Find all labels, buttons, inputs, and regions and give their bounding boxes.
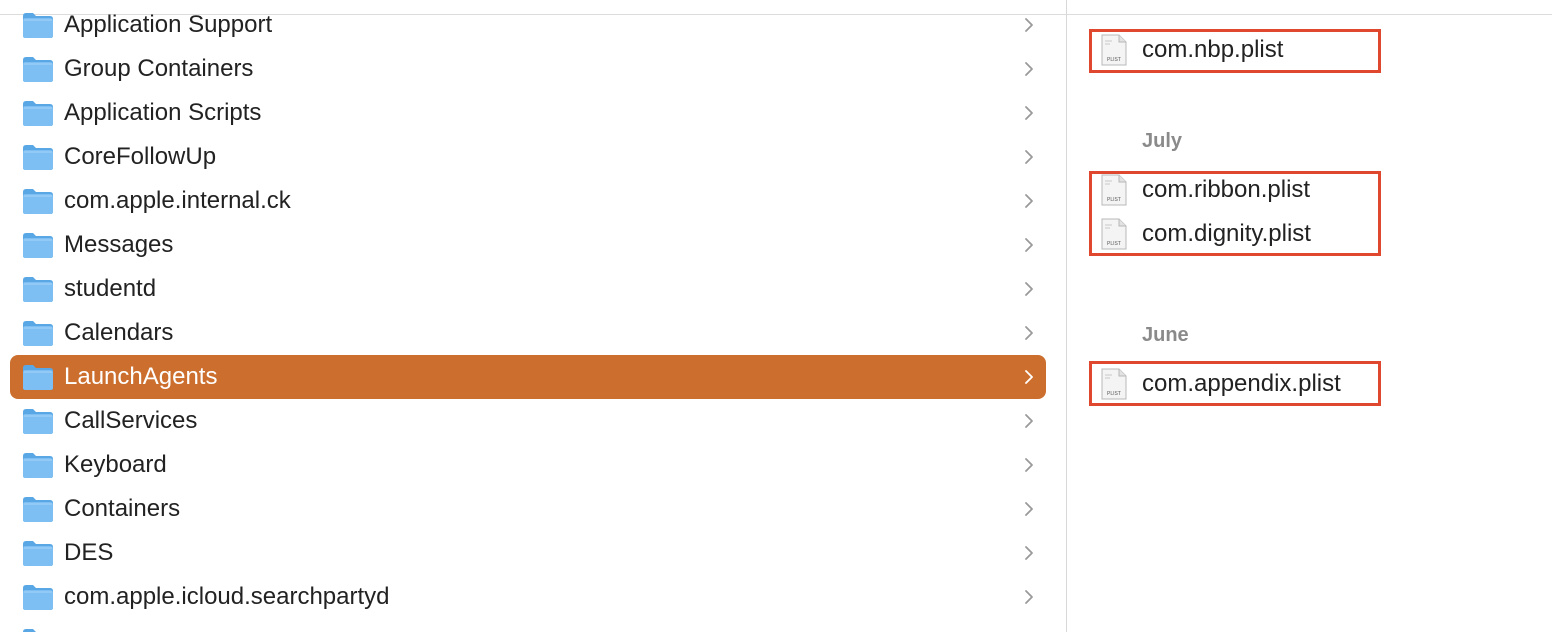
file-row-com-nbp-plist[interactable]: PLIST com.nbp.plist: [1101, 28, 1401, 72]
chevron-right-icon: [1025, 62, 1033, 76]
chevron-right-icon: [1025, 106, 1033, 120]
plist-file-icon: PLIST: [1101, 218, 1127, 250]
folder-label: Application Support: [64, 11, 273, 38]
chevron-right-icon: [1025, 590, 1033, 604]
folder-icon: [23, 277, 53, 302]
folder-row-launchagents[interactable]: LaunchAgents: [10, 355, 1046, 399]
chevron-right-icon: [1025, 282, 1033, 296]
svg-text:PLIST: PLIST: [1107, 391, 1121, 397]
section-heading-june: June: [1142, 324, 1189, 346]
file-column: PLIST com.nbp.plist July PLIST com.ribbo…: [1067, 0, 1552, 632]
svg-text:PLIST: PLIST: [1107, 197, 1121, 203]
folder-row-containers[interactable]: Containers: [10, 487, 1046, 531]
folder-label: com.apple.internal.ck: [64, 187, 291, 214]
folder-label: Keyboard: [64, 451, 167, 478]
folder-row-com-apple-internal-ck[interactable]: com.apple.internal.ck: [10, 179, 1046, 223]
chevron-right-icon: [1025, 502, 1033, 516]
chevron-right-icon: [1025, 238, 1033, 252]
file-row-com-appendix-plist[interactable]: PLIST com.appendix.plist: [1101, 362, 1401, 406]
folder-icon: [23, 189, 53, 214]
svg-text:PLIST: PLIST: [1107, 57, 1121, 63]
folder-row-callservices[interactable]: CallServices: [10, 399, 1046, 443]
folder-row-application-support[interactable]: Application Support: [10, 3, 1046, 47]
folder-label: com.apple.icloud.searchpartyd: [64, 583, 390, 610]
folder-row-corefollowup[interactable]: CoreFollowUp: [10, 135, 1046, 179]
folder-icon: [23, 409, 53, 434]
file-row-com-dignity-plist[interactable]: PLIST com.dignity.plist: [1101, 212, 1401, 256]
folder-row-partial[interactable]: [10, 619, 1046, 632]
plist-file-icon: PLIST: [1101, 368, 1127, 400]
folder-icon: [23, 453, 53, 478]
chevron-right-icon: [1025, 326, 1033, 340]
file-name: com.appendix.plist: [1142, 370, 1341, 397]
folder-row-des[interactable]: DES: [10, 531, 1046, 575]
folder-row-studentd[interactable]: studentd: [10, 267, 1046, 311]
folder-label: CoreFollowUp: [64, 143, 217, 170]
folder-column: Application Support Group Containers Appli…: [0, 0, 1066, 632]
chevron-right-icon: [1025, 194, 1033, 208]
folder-label: Calendars: [64, 319, 174, 346]
folder-icon: [23, 365, 53, 390]
folder-icon: [23, 145, 53, 170]
folder-label: LaunchAgents: [64, 363, 218, 390]
chevron-right-icon: [1025, 150, 1033, 164]
folder-icon: [23, 233, 53, 258]
folder-icon: [23, 13, 53, 38]
file-name: com.nbp.plist: [1142, 36, 1284, 63]
folder-icon: [23, 101, 53, 126]
plist-file-icon: PLIST: [1101, 34, 1127, 66]
folder-icon: [23, 629, 50, 632]
folder-row-application-scripts[interactable]: Application Scripts: [10, 91, 1046, 135]
folder-label: DES: [64, 539, 114, 566]
folder-row-calendars[interactable]: Calendars: [10, 311, 1046, 355]
file-row-com-ribbon-plist[interactable]: PLIST com.ribbon.plist: [1101, 168, 1401, 212]
file-name: com.dignity.plist: [1142, 220, 1311, 247]
folder-row-keyboard[interactable]: Keyboard: [10, 443, 1046, 487]
folder-label: Messages: [64, 231, 174, 258]
folder-icon: [23, 497, 53, 522]
section-heading-july: July: [1142, 130, 1183, 152]
chevron-right-icon: [1025, 546, 1033, 560]
chevron-right-icon: [1025, 414, 1033, 428]
folder-icon: [23, 321, 53, 346]
folder-row-group-containers[interactable]: Group Containers: [10, 47, 1046, 91]
folder-label: studentd: [64, 275, 157, 302]
folder-label: Group Containers: [64, 55, 254, 82]
chevron-right-icon: [1025, 370, 1033, 384]
plist-file-icon: PLIST: [1101, 174, 1127, 206]
finder-window: Application Support Group Containers Appli…: [0, 0, 1552, 632]
folder-label: Application Scripts: [64, 99, 262, 126]
folder-icon: [23, 585, 53, 610]
folder-icon: [23, 541, 53, 566]
folder-row-messages[interactable]: Messages: [10, 223, 1046, 267]
chevron-right-icon: [1025, 458, 1033, 472]
svg-text:PLIST: PLIST: [1107, 241, 1121, 247]
chevron-right-icon: [1025, 18, 1033, 32]
folder-icon: [23, 57, 53, 82]
folder-row-com-apple-icloud-searchpartyd[interactable]: com.apple.icloud.searchpartyd: [10, 575, 1046, 619]
file-name: com.ribbon.plist: [1142, 176, 1311, 203]
folder-label: CallServices: [64, 407, 198, 434]
folder-label: Containers: [64, 495, 181, 522]
